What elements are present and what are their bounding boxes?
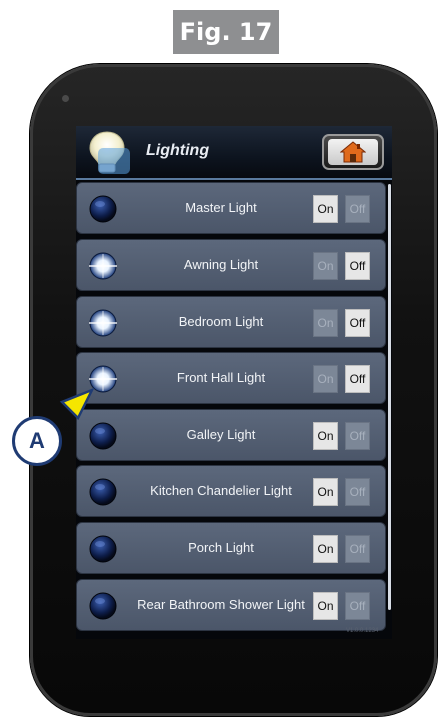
- scrollbar[interactable]: [388, 184, 391, 610]
- callout-marker: A: [12, 416, 62, 466]
- off-button[interactable]: Off: [345, 592, 370, 620]
- light-bulb-icon: [89, 131, 130, 174]
- light-name: Rear Bathroom Shower Light: [137, 597, 305, 612]
- on-button[interactable]: On: [313, 592, 338, 620]
- off-button[interactable]: Off: [345, 309, 370, 337]
- light-row: Bedroom Light On Off: [76, 296, 386, 348]
- bulb-off-icon: [89, 195, 117, 223]
- off-button[interactable]: Off: [345, 535, 370, 563]
- off-button[interactable]: Off: [345, 365, 370, 393]
- home-button[interactable]: [322, 134, 384, 170]
- light-name: Front Hall Light: [176, 370, 266, 385]
- light-name: Master Light: [185, 200, 257, 215]
- light-name: Awning Light: [183, 257, 259, 272]
- light-name: Bedroom Light: [178, 314, 264, 329]
- app-header: Lighting: [76, 126, 392, 180]
- off-button[interactable]: Off: [345, 195, 370, 223]
- light-row: Porch Light On Off: [76, 522, 386, 574]
- off-button[interactable]: Off: [345, 422, 370, 450]
- on-button[interactable]: On: [313, 535, 338, 563]
- on-button[interactable]: On: [313, 422, 338, 450]
- off-button[interactable]: Off: [345, 252, 370, 280]
- home-icon: [340, 141, 366, 163]
- light-row: Front Hall Light On Off: [76, 352, 386, 404]
- bulb-on-icon: [89, 309, 117, 337]
- light-row: Galley Light On Off: [76, 409, 386, 461]
- light-row: Master Light On Off: [76, 182, 386, 234]
- bulb-off-icon: [89, 478, 117, 506]
- callout-arrow-icon: [59, 388, 94, 421]
- bulb-off-icon: [89, 422, 117, 450]
- off-button[interactable]: Off: [345, 478, 370, 506]
- figure-label: Fig. 17: [173, 10, 279, 54]
- bulb-off-icon: [89, 592, 117, 620]
- on-button[interactable]: On: [313, 252, 338, 280]
- light-name: Porch Light: [188, 540, 254, 555]
- light-name: Kitchen Chandelier Light: [150, 483, 292, 498]
- camera-icon: [62, 95, 69, 102]
- light-row: Awning Light On Off: [76, 239, 386, 291]
- on-button[interactable]: On: [313, 478, 338, 506]
- on-button[interactable]: On: [313, 365, 338, 393]
- bulb-off-icon: [89, 535, 117, 563]
- app-title: Lighting: [146, 142, 210, 159]
- on-button[interactable]: On: [313, 309, 338, 337]
- on-button[interactable]: On: [313, 195, 338, 223]
- bulb-on-icon: [89, 252, 117, 280]
- version-text: V1.0.0.1234: [346, 628, 379, 634]
- light-name: Galley Light: [186, 427, 256, 442]
- light-row: Rear Bathroom Shower Light On Off: [76, 579, 386, 631]
- app-screen: Lighting Master Light On Off Awning Ligh…: [76, 126, 392, 639]
- light-row: Kitchen Chandelier Light On Off: [76, 465, 386, 517]
